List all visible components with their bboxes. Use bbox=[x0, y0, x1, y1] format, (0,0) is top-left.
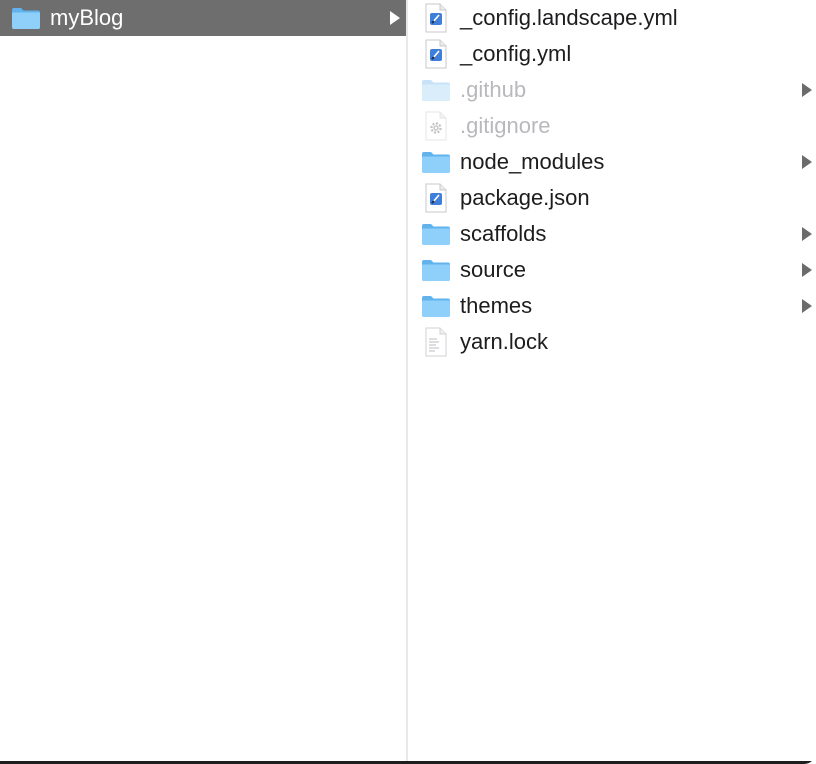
row-name: themes bbox=[460, 293, 533, 318]
row-name: .github bbox=[460, 77, 527, 102]
yml-document-icon bbox=[421, 3, 451, 33]
folder-icon bbox=[11, 3, 41, 33]
chevron-right-icon[interactable] bbox=[800, 82, 814, 98]
row-package-json[interactable]: package.json bbox=[408, 180, 816, 216]
json-document-icon bbox=[421, 183, 451, 213]
row-name: yarn.lock bbox=[460, 329, 549, 354]
row-name: _config.yml bbox=[460, 41, 572, 66]
folder-icon bbox=[421, 291, 451, 321]
finder-window: myBlog _config.landscape.yml _config.yml… bbox=[0, 0, 816, 764]
yml-document-icon bbox=[421, 39, 451, 69]
row-name: package.json bbox=[460, 185, 590, 210]
row-themes[interactable]: themes bbox=[408, 288, 816, 324]
column-parent[interactable]: myBlog bbox=[0, 0, 406, 761]
folder-icon bbox=[421, 147, 451, 177]
gear-document-icon bbox=[421, 111, 451, 141]
chevron-right-icon[interactable] bbox=[800, 262, 814, 278]
chevron-right-icon[interactable] bbox=[800, 298, 814, 314]
chevron-right-icon[interactable] bbox=[800, 226, 814, 242]
row-gitignore[interactable]: .gitignore bbox=[408, 108, 816, 144]
chevron-right-icon[interactable] bbox=[388, 10, 402, 26]
folder-icon bbox=[421, 75, 451, 105]
row-github[interactable]: .github bbox=[408, 72, 816, 108]
row-config-landscape-yml[interactable]: _config.landscape.yml bbox=[408, 0, 816, 36]
folder-icon bbox=[421, 219, 451, 249]
row-name: _config.landscape.yml bbox=[460, 5, 678, 30]
row-node-modules[interactable]: node_modules bbox=[408, 144, 816, 180]
row-myblog[interactable]: myBlog bbox=[0, 0, 406, 36]
row-name: source bbox=[460, 257, 527, 282]
text-document-icon bbox=[421, 327, 451, 357]
folder-icon bbox=[421, 255, 451, 285]
row-yarn-lock[interactable]: yarn.lock bbox=[408, 324, 816, 360]
row-name: .gitignore bbox=[460, 113, 551, 138]
chevron-right-icon[interactable] bbox=[800, 154, 814, 170]
row-name: myBlog bbox=[50, 5, 124, 30]
row-name: node_modules bbox=[460, 149, 605, 174]
row-source[interactable]: source bbox=[408, 252, 816, 288]
column-myblog-contents[interactable]: _config.landscape.yml _config.yml .githu… bbox=[408, 0, 816, 761]
row-name: scaffolds bbox=[460, 221, 547, 246]
row-config-yml[interactable]: _config.yml bbox=[408, 36, 816, 72]
row-scaffolds[interactable]: scaffolds bbox=[408, 216, 816, 252]
